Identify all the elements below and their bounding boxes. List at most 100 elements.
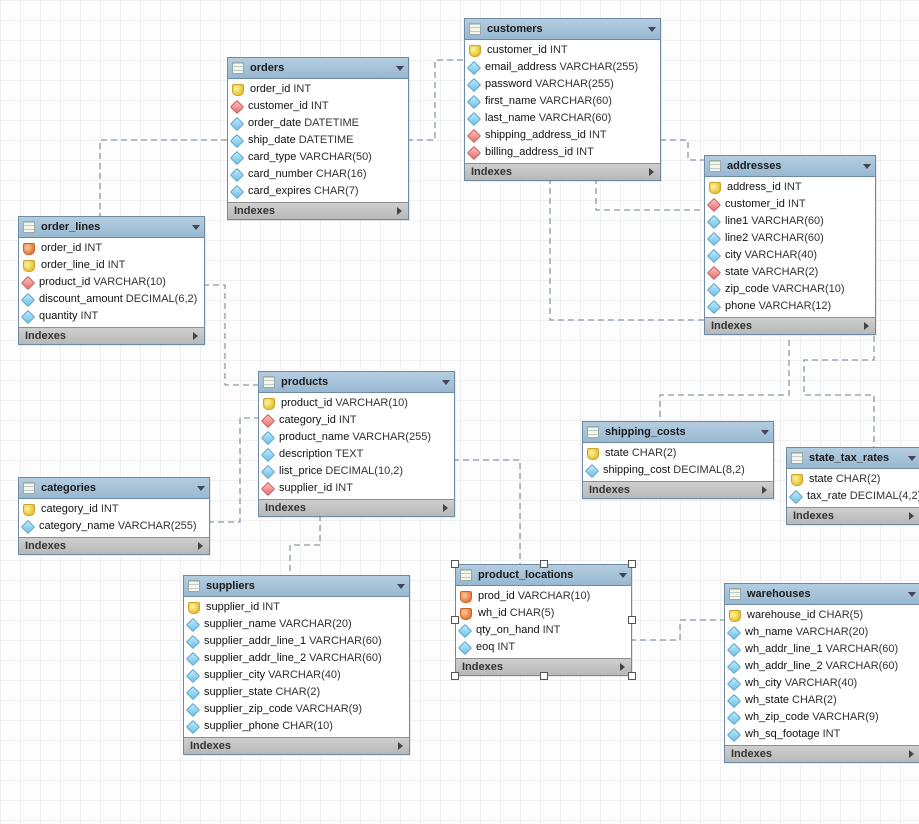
chevron-down-icon[interactable]	[197, 486, 205, 491]
entity-header[interactable]: orders	[228, 58, 408, 79]
column-row[interactable]: customer_idINT	[465, 42, 660, 59]
entity-product_locations[interactable]: product_locationsprod_idVARCHAR(10)wh_id…	[455, 564, 632, 676]
column-row[interactable]: wh_addr_line_1VARCHAR(60)	[725, 641, 919, 658]
indexes-section[interactable]: Indexes	[705, 317, 875, 334]
column-row[interactable]: descriptionTEXT	[259, 446, 454, 463]
column-row[interactable]: cityVARCHAR(40)	[705, 247, 875, 264]
entity-order_lines[interactable]: order_linesorder_idINTorder_line_idINTpr…	[18, 216, 205, 345]
column-row[interactable]: passwordVARCHAR(255)	[465, 76, 660, 93]
entity-orders[interactable]: orders order_idINTcustomer_idINTorder_dat…	[227, 57, 409, 220]
column-row[interactable]: order_line_idINT	[19, 257, 204, 274]
column-row[interactable]: wh_addr_line_2VARCHAR(60)	[725, 658, 919, 675]
entity-header[interactable]: addresses	[705, 156, 875, 177]
column-row[interactable]: zip_codeVARCHAR(10)	[705, 281, 875, 298]
entity-header[interactable]: state_tax_rates	[787, 448, 919, 469]
entity-shipping_costs[interactable]: shipping_costs stateCHAR(2)shipping_costD…	[582, 421, 774, 499]
column-row[interactable]: supplier_cityVARCHAR(40)	[184, 667, 409, 684]
selection-handle[interactable]	[540, 560, 548, 568]
column-row[interactable]: quantityINT	[19, 308, 204, 325]
entity-warehouses[interactable]: warehouses warehouse_idCHAR(5)wh_nameVARC…	[724, 583, 919, 763]
column-row[interactable]: line2VARCHAR(60)	[705, 230, 875, 247]
chevron-down-icon[interactable]	[619, 573, 627, 578]
selection-handle[interactable]	[451, 616, 459, 624]
column-row[interactable]: supplier_zip_codeVARCHAR(9)	[184, 701, 409, 718]
chevron-down-icon[interactable]	[192, 225, 200, 230]
selection-handle[interactable]	[540, 672, 548, 680]
entity-header[interactable]: shipping_costs	[583, 422, 773, 443]
column-row[interactable]: discount_amountDECIMAL(6,2)	[19, 291, 204, 308]
indexes-section[interactable]: Indexes	[19, 327, 204, 344]
selection-handle[interactable]	[451, 560, 459, 568]
indexes-section[interactable]: Indexes	[787, 507, 919, 524]
column-row[interactable]: warehouse_idCHAR(5)	[725, 607, 919, 624]
column-row[interactable]: product_idVARCHAR(10)	[19, 274, 204, 291]
column-row[interactable]: order_idINT	[228, 81, 408, 98]
entity-categories[interactable]: categories category_idINTcategory_nameVAR…	[18, 477, 210, 555]
entity-state_tax_rates[interactable]: state_tax_rates stateCHAR(2)tax_rateDECIM…	[786, 447, 919, 525]
indexes-section[interactable]: Indexes	[465, 163, 660, 180]
column-row[interactable]: customer_idINT	[228, 98, 408, 115]
entity-suppliers[interactable]: suppliers supplier_idINTsupplier_nameVARC…	[183, 575, 410, 755]
column-row[interactable]: shipping_costDECIMAL(8,2)	[583, 462, 773, 479]
entity-products[interactable]: products product_idVARCHAR(10)category_id…	[258, 371, 455, 517]
column-row[interactable]: address_idINT	[705, 179, 875, 196]
indexes-section[interactable]: Indexes	[228, 202, 408, 219]
entity-header[interactable]: categories	[19, 478, 209, 499]
column-row[interactable]: prod_idVARCHAR(10)	[456, 588, 631, 605]
column-row[interactable]: supplier_stateCHAR(2)	[184, 684, 409, 701]
chevron-down-icon[interactable]	[761, 430, 769, 435]
column-row[interactable]: supplier_addr_line_2VARCHAR(60)	[184, 650, 409, 667]
entity-header[interactable]: products	[259, 372, 454, 393]
selection-handle[interactable]	[451, 672, 459, 680]
chevron-down-icon[interactable]	[442, 380, 450, 385]
column-row[interactable]: tax_rateDECIMAL(4,2)	[787, 488, 919, 505]
entity-header[interactable]: customers	[465, 19, 660, 40]
chevron-down-icon[interactable]	[908, 592, 916, 597]
indexes-section[interactable]: Indexes	[184, 737, 409, 754]
column-row[interactable]: wh_stateCHAR(2)	[725, 692, 919, 709]
column-row[interactable]: supplier_idINT	[184, 599, 409, 616]
column-row[interactable]: customer_idINT	[705, 196, 875, 213]
column-row[interactable]: wh_sq_footageINT	[725, 726, 919, 743]
column-row[interactable]: category_idINT	[19, 501, 209, 518]
chevron-down-icon[interactable]	[397, 584, 405, 589]
selection-handle[interactable]	[628, 672, 636, 680]
indexes-section[interactable]: Indexes	[19, 537, 209, 554]
column-row[interactable]: stateCHAR(2)	[583, 445, 773, 462]
entity-header[interactable]: order_lines	[19, 217, 204, 238]
column-row[interactable]: supplier_idINT	[259, 480, 454, 497]
column-row[interactable]: supplier_phoneCHAR(10)	[184, 718, 409, 735]
entity-addresses[interactable]: addressesaddress_idINTcustomer_idINTline…	[704, 155, 876, 335]
selection-handle[interactable]	[628, 560, 636, 568]
column-row[interactable]: product_idVARCHAR(10)	[259, 395, 454, 412]
indexes-section[interactable]: Indexes	[725, 745, 919, 762]
column-row[interactable]: billing_address_idINT	[465, 144, 660, 161]
column-row[interactable]: card_numberCHAR(16)	[228, 166, 408, 183]
chevron-down-icon[interactable]	[396, 66, 404, 71]
selection-handle[interactable]	[628, 616, 636, 624]
entity-header[interactable]: warehouses	[725, 584, 919, 605]
column-row[interactable]: stateCHAR(2)	[787, 471, 919, 488]
column-row[interactable]: wh_cityVARCHAR(40)	[725, 675, 919, 692]
column-row[interactable]: supplier_addr_line_1VARCHAR(60)	[184, 633, 409, 650]
column-row[interactable]: card_typeVARCHAR(50)	[228, 149, 408, 166]
column-row[interactable]: wh_zip_codeVARCHAR(9)	[725, 709, 919, 726]
column-row[interactable]: category_idINT	[259, 412, 454, 429]
column-row[interactable]: card_expiresCHAR(7)	[228, 183, 408, 200]
column-row[interactable]: wh_nameVARCHAR(20)	[725, 624, 919, 641]
column-row[interactable]: category_nameVARCHAR(255)	[19, 518, 209, 535]
column-row[interactable]: shipping_address_idINT	[465, 127, 660, 144]
column-row[interactable]: product_nameVARCHAR(255)	[259, 429, 454, 446]
column-row[interactable]: last_nameVARCHAR(60)	[465, 110, 660, 127]
chevron-down-icon[interactable]	[863, 164, 871, 169]
entity-header[interactable]: product_locations	[456, 565, 631, 586]
column-row[interactable]: list_priceDECIMAL(10,2)	[259, 463, 454, 480]
column-row[interactable]: qty_on_handINT	[456, 622, 631, 639]
column-row[interactable]: stateVARCHAR(2)	[705, 264, 875, 281]
column-row[interactable]: supplier_nameVARCHAR(20)	[184, 616, 409, 633]
column-row[interactable]: eoqINT	[456, 639, 631, 656]
column-row[interactable]: order_dateDATETIME	[228, 115, 408, 132]
column-row[interactable]: line1VARCHAR(60)	[705, 213, 875, 230]
column-row[interactable]: ship_dateDATETIME	[228, 132, 408, 149]
entity-header[interactable]: suppliers	[184, 576, 409, 597]
